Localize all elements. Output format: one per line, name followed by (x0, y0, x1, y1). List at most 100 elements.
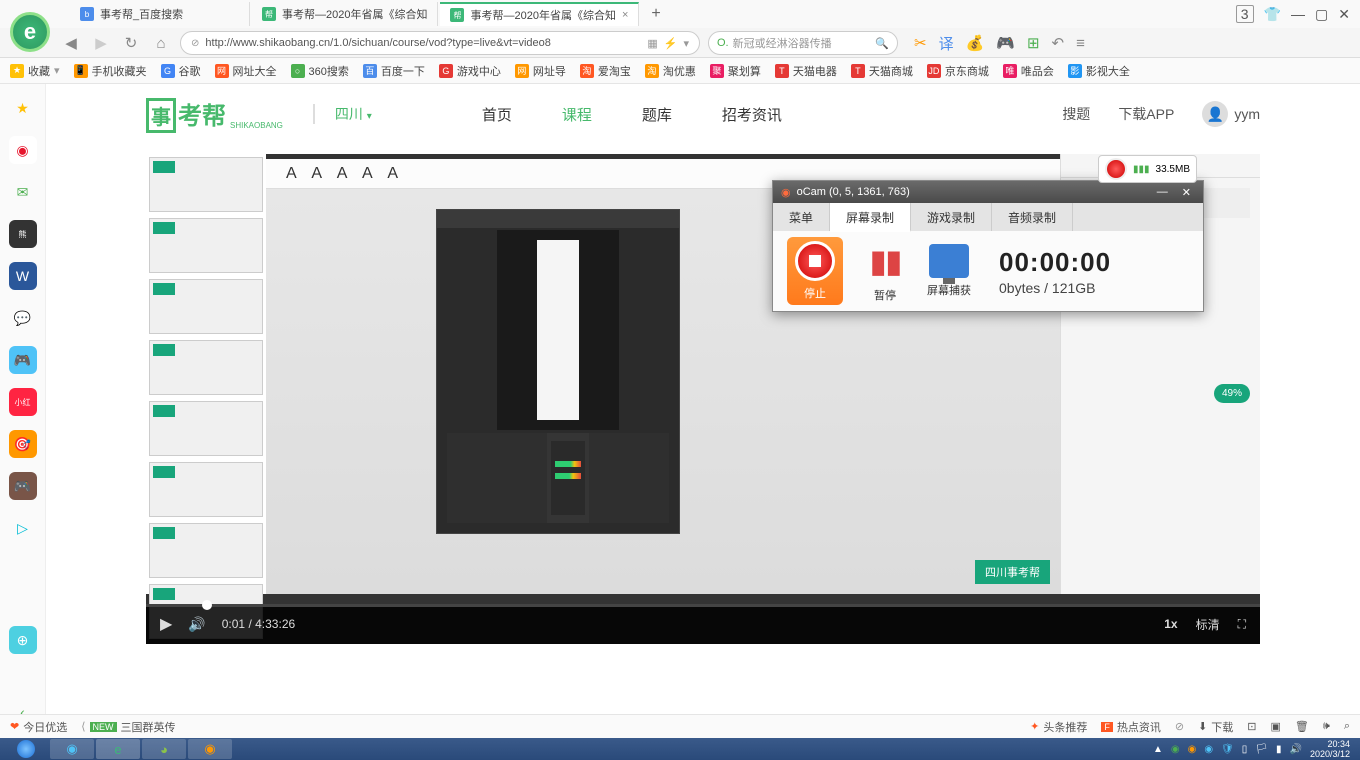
taskbar-app[interactable]: ◉ (50, 739, 94, 759)
minimize-icon[interactable]: — (1153, 186, 1172, 199)
browser-logo[interactable]: e (10, 12, 50, 52)
dock-pptv-icon[interactable]: ▷ (9, 514, 37, 542)
reload-icon[interactable]: ↻ (120, 34, 142, 52)
close-icon[interactable]: ✕ (1178, 186, 1195, 199)
cut-icon[interactable]: ✂ (914, 34, 927, 52)
bookmark-item[interactable]: 📱手机收藏夹 (74, 63, 147, 79)
thumb-item[interactable] (149, 523, 263, 578)
sound-icon[interactable]: 🕪 (1323, 720, 1330, 733)
tray-icon[interactable]: ◉ (1204, 744, 1213, 755)
dock-star-icon[interactable]: ★ (9, 94, 37, 122)
tab-0[interactable]: b事考帮_百度搜索 (70, 2, 250, 26)
bookmark-shortcut[interactable]: ⟨NEW三国群英传 (81, 719, 175, 735)
bookmark-item[interactable]: ○360搜索 (291, 63, 349, 79)
game-icon[interactable]: 🎮 (996, 34, 1015, 52)
tab-2[interactable]: 帮事考帮—2020年省属《综合知× (440, 2, 639, 26)
tray-icon[interactable]: 🏳 (1255, 744, 1268, 755)
history-icon[interactable]: 🗑 (1295, 720, 1309, 733)
thumb-item[interactable] (149, 218, 263, 273)
dock-mail-icon[interactable]: ✉ (9, 178, 37, 206)
favorites-button[interactable]: ★收藏▾ (10, 63, 60, 79)
tray-icon[interactable]: ▲ (1153, 744, 1163, 755)
speed-button[interactable]: 1x (1164, 617, 1177, 631)
close-window-icon[interactable]: ✕ (1338, 6, 1350, 23)
minimize-icon[interactable]: — (1291, 6, 1305, 22)
qr-icon[interactable]: ▦ (647, 37, 657, 50)
tray-icon[interactable]: ◉ (1188, 744, 1197, 755)
thumb-item[interactable] (149, 279, 263, 334)
bookmark-item[interactable]: 网网址大全 (215, 63, 277, 79)
bookmark-item[interactable]: JD京东商城 (927, 63, 989, 79)
thumb-item[interactable] (149, 401, 263, 456)
url-input[interactable]: ⊘ http://www.shikaobang.cn/1.0/sichuan/c… (180, 31, 700, 55)
bookmark-item[interactable]: 百百度一下 (363, 63, 425, 79)
tray-icon[interactable]: ◉ (1171, 744, 1180, 755)
taskbar-app[interactable]: ◕ (142, 739, 186, 759)
bookmark-item[interactable]: G游戏中心 (439, 63, 501, 79)
chat-badge[interactable]: 49% (1214, 384, 1250, 403)
taskbar-clock[interactable]: 20:34 2020/3/12 (1310, 739, 1350, 759)
mixer-track[interactable] (551, 441, 585, 515)
forward-icon[interactable]: ▶ (90, 34, 112, 52)
bookmark-item[interactable]: T天猫商城 (851, 63, 913, 79)
taskbar-app[interactable]: e (96, 739, 140, 759)
dock-add-icon[interactable]: ⊕ (9, 626, 37, 654)
dock-app-icon[interactable]: 熊 (9, 220, 37, 248)
taskbar-app[interactable]: ◉ (188, 739, 232, 759)
dock-game3-icon[interactable]: 🎮 (9, 472, 37, 500)
search-input[interactable]: O. 新冠或经淋浴器传播 🔍 (708, 31, 898, 55)
skin-icon[interactable]: 👕 (1264, 6, 1281, 23)
tab-screen-record[interactable]: 屏幕录制 (830, 203, 911, 232)
window-count[interactable]: 3 (1236, 5, 1254, 23)
bookmark-item[interactable]: G谷歌 (161, 63, 201, 79)
tab-game-record[interactable]: 游戏录制 (911, 203, 992, 231)
network-icon[interactable]: ▮ (1276, 744, 1282, 755)
new-tab-button[interactable]: + (641, 5, 670, 23)
tab-menu[interactable]: 菜单 (773, 203, 830, 231)
quality-button[interactable]: 标清 (1196, 616, 1220, 633)
toutiao-link[interactable]: ✦头条推荐 (1030, 719, 1087, 735)
maximize-icon[interactable]: ▢ (1315, 6, 1328, 23)
bookmark-item[interactable]: 淘淘优惠 (645, 63, 696, 79)
bookmark-item[interactable]: 网网址导 (515, 63, 566, 79)
apps-icon[interactable]: ⊞ (1027, 34, 1040, 52)
volume-icon[interactable]: 🔊 (1290, 744, 1302, 755)
nav-course[interactable]: 课程 (562, 104, 592, 125)
dock-bubble-icon[interactable]: 💬 (9, 304, 37, 332)
flash-icon[interactable]: ⚡ (664, 37, 678, 50)
back-icon[interactable]: ◀ (60, 34, 82, 52)
undo-icon[interactable]: ↶ (1052, 34, 1065, 52)
start-button[interactable] (4, 739, 48, 759)
souti-link[interactable]: 搜题 (1062, 104, 1090, 124)
dock-game1-icon[interactable]: 🎮 (9, 346, 37, 374)
home-icon[interactable]: ⌂ (150, 35, 172, 52)
today-picks[interactable]: ❤今日优选 (10, 719, 67, 735)
menu-icon[interactable]: ≡ (1076, 35, 1085, 52)
location-selector[interactable]: 四川 ▾ (313, 104, 372, 124)
dock-word-icon[interactable]: W (9, 262, 37, 290)
bookmark-item[interactable]: 聚聚划算 (710, 63, 761, 79)
translate-icon[interactable]: 译 (939, 33, 954, 54)
thumb-item[interactable] (149, 462, 263, 517)
tray-icon[interactable]: 🛡 (1221, 744, 1234, 755)
tab-audio-record[interactable]: 音频录制 (992, 203, 1073, 231)
dock-weibo-icon[interactable]: ◉ (9, 136, 37, 164)
hotnews-link[interactable]: F热点资讯 (1101, 719, 1161, 735)
stop-button[interactable]: 停止 (787, 237, 843, 305)
nav-tiku[interactable]: 题库 (642, 104, 672, 125)
volume-icon[interactable]: 🔊 (188, 616, 205, 633)
ocam-window[interactable]: ▮▮▮ 33.5MB ◉ oCam (0, 5, 1361, 763) — ✕ … (772, 180, 1204, 312)
progress-handle[interactable] (202, 600, 212, 610)
chevron-down-icon[interactable]: ▾ (683, 37, 689, 50)
search-icon[interactable]: 🔍 (875, 37, 889, 50)
block-icon[interactable]: ⊘ (1175, 720, 1184, 733)
bookmark-item[interactable]: T天猫电器 (775, 63, 837, 79)
download-app-link[interactable]: 下载APP (1118, 104, 1174, 124)
tab-1[interactable]: 帮事考帮—2020年省属《综合知 (252, 2, 438, 26)
thumb-item[interactable] (149, 340, 263, 395)
download-link[interactable]: ⬇下载 (1198, 719, 1233, 735)
pip-icon[interactable]: ⊡ (1247, 720, 1256, 733)
play-icon[interactable]: ▶ (160, 614, 172, 634)
ocam-titlebar[interactable]: ◉ oCam (0, 5, 1361, 763) — ✕ (773, 181, 1203, 203)
user-menu[interactable]: 👤yym (1202, 101, 1260, 127)
